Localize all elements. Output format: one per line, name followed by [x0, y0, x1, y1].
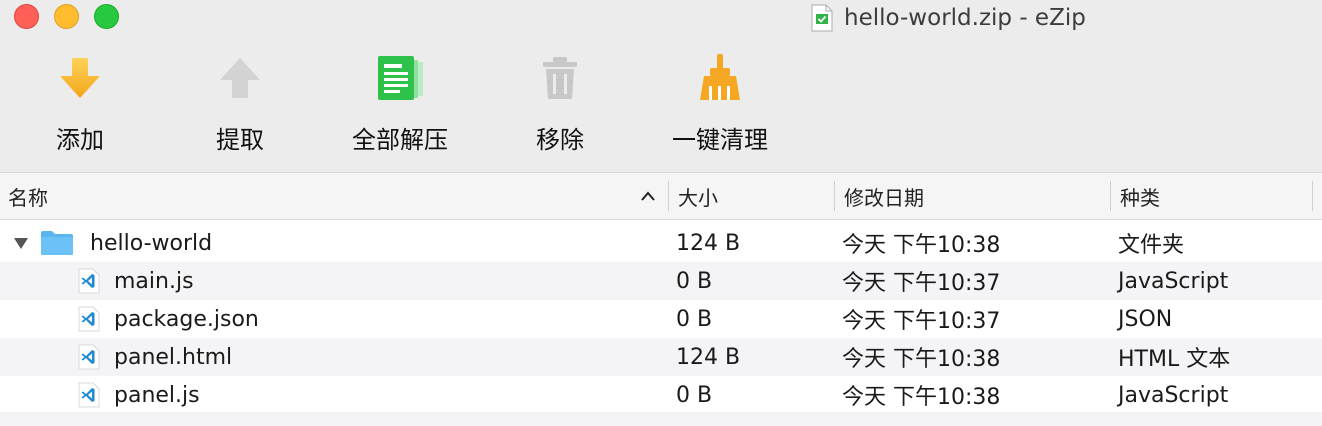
- column-size-header[interactable]: 大小: [670, 173, 834, 219]
- clean-button[interactable]: 一键清理: [666, 46, 774, 166]
- modified-cell: 今天 下午10:37: [842, 309, 1001, 334]
- window-title: hello-world.zip - eZip: [844, 5, 1086, 31]
- sort-ascending-icon[interactable]: [638, 187, 658, 207]
- column-kind-label: 种类: [1120, 185, 1160, 210]
- extract-button[interactable]: 提取: [208, 46, 272, 166]
- trash-icon: [543, 57, 577, 99]
- size-cell: 0 B: [676, 268, 713, 294]
- file-list: 名称 大小 修改日期 种类 hello-world 124 B 今天 下午10:…: [0, 172, 1322, 426]
- table-row[interactable]: panel.js 0 B 今天 下午10:38 JavaScript: [0, 376, 1322, 414]
- name-cell: panel.js: [78, 376, 200, 414]
- remove-label: 移除: [536, 126, 584, 154]
- column-size-label: 大小: [678, 185, 718, 210]
- size-cell: 124 B: [676, 230, 741, 256]
- size-cell: 124 B: [676, 344, 741, 370]
- add-button[interactable]: 添加: [48, 46, 112, 166]
- minimize-window-button[interactable]: [54, 4, 79, 29]
- extract-label: 提取: [216, 126, 264, 154]
- window-title-group: hello-world.zip - eZip: [810, 3, 1086, 33]
- vscode-file-icon: [78, 306, 100, 332]
- remove-button[interactable]: 移除: [528, 46, 592, 166]
- disclosure-triangle-icon[interactable]: [12, 235, 30, 251]
- file-name: package.json: [114, 306, 259, 332]
- modified-cell: 今天 下午10:38: [842, 385, 1001, 410]
- name-cell: panel.html: [78, 338, 232, 376]
- column-divider[interactable]: [834, 181, 835, 211]
- column-modified-label: 修改日期: [844, 185, 924, 210]
- column-name-label: 名称: [8, 185, 48, 210]
- vscode-file-icon: [78, 344, 100, 370]
- size-cell: 0 B: [676, 382, 713, 408]
- extract-all-button[interactable]: 全部解压: [346, 46, 454, 166]
- kind-cell: JSON: [1118, 306, 1173, 332]
- kind-cell: HTML 文本: [1118, 347, 1231, 372]
- upload-arrow-icon: [220, 58, 260, 98]
- name-cell: main.js: [78, 262, 194, 300]
- folder-icon: [41, 231, 73, 255]
- download-arrow-icon: [60, 58, 100, 98]
- vscode-file-icon: [78, 382, 100, 408]
- size-cell: 0 B: [676, 306, 713, 332]
- close-window-button[interactable]: [14, 4, 39, 29]
- archive-file-icon: [811, 4, 833, 32]
- kind-cell: JavaScript: [1118, 382, 1229, 408]
- kind-cell: JavaScript: [1118, 268, 1229, 294]
- toolbar: 添加 提取 全部解压 移除 一键清理: [0, 46, 1322, 166]
- modified-cell: 今天 下午10:37: [842, 271, 1001, 296]
- file-name: hello-world: [90, 230, 213, 256]
- table-row[interactable]: hello-world 124 B 今天 下午10:38 文件夹: [0, 224, 1322, 262]
- documents-icon: [378, 56, 423, 100]
- clean-label: 一键清理: [672, 126, 768, 154]
- column-name-header[interactable]: 名称: [0, 173, 668, 219]
- table-row[interactable]: main.js 0 B 今天 下午10:37 JavaScript: [0, 262, 1322, 300]
- modified-cell: 今天 下午10:38: [842, 233, 1001, 258]
- zoom-window-button[interactable]: [94, 4, 119, 29]
- modified-cell: 今天 下午10:38: [842, 347, 1001, 372]
- file-name: panel.html: [114, 344, 233, 370]
- column-divider[interactable]: [1312, 181, 1313, 211]
- title-bar: hello-world.zip - eZip: [0, 0, 1322, 36]
- kind-cell: 文件夹: [1118, 233, 1185, 258]
- file-name: main.js: [114, 268, 194, 294]
- column-modified-header[interactable]: 修改日期: [836, 173, 1110, 219]
- table-row[interactable]: panel.html 124 B 今天 下午10:38 HTML 文本: [0, 338, 1322, 376]
- column-header: 名称 大小 修改日期 种类: [0, 172, 1322, 220]
- empty-row: [0, 412, 1322, 426]
- column-kind-header[interactable]: 种类: [1112, 173, 1312, 219]
- file-name: panel.js: [114, 382, 200, 408]
- broom-icon: [700, 54, 740, 100]
- name-cell: hello-world: [12, 224, 212, 262]
- column-divider[interactable]: [1110, 181, 1111, 211]
- extract-all-label: 全部解压: [352, 126, 448, 154]
- table-row[interactable]: package.json 0 B 今天 下午10:37 JSON: [0, 300, 1322, 338]
- vscode-file-icon: [78, 268, 100, 294]
- name-cell: package.json: [78, 300, 259, 338]
- column-divider[interactable]: [668, 181, 669, 211]
- add-label: 添加: [56, 126, 104, 154]
